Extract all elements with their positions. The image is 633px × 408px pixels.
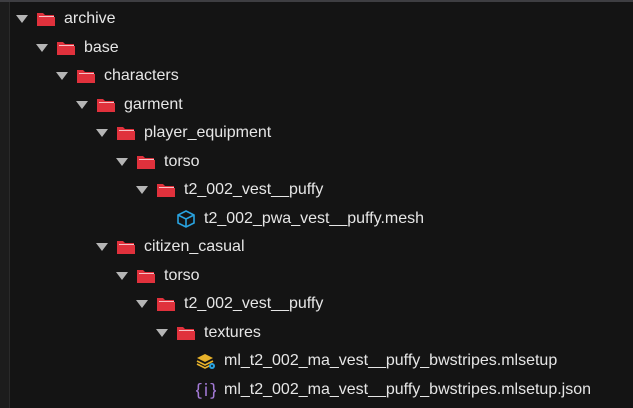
chevron-down-icon[interactable] [116,157,128,166]
tree-item-label: archive [64,10,116,27]
tree-item-label: textures [204,323,261,341]
chevron-down-icon[interactable] [136,186,148,194]
tree-item[interactable]: torso [0,262,633,290]
folder-icon [136,267,156,285]
folder-icon [136,153,156,171]
folder-icon [116,238,136,256]
folder-icon [176,324,196,342]
folder-icon [76,67,96,85]
tree-item[interactable]: citizen_casual [0,233,633,261]
tree-item-label: torso [164,152,200,170]
tree-item[interactable]: t2_002_vest__puffy [0,176,633,204]
chevron-down-icon[interactable] [56,72,68,80]
tree-item[interactable]: player_equipment [0,119,633,147]
mlsetup-layers-icon [196,352,216,370]
chevron-down-icon[interactable] [116,271,128,280]
chevron-down-icon[interactable] [96,243,108,251]
folder-icon [116,124,136,142]
chevron-down-icon[interactable] [96,129,108,137]
tree-item-label: garment [124,95,183,113]
tree-item-label: torso [164,266,200,284]
tree-item-label: ml_t2_002_ma_vest__puffy_bwstripes.mlset… [224,380,592,398]
top-border [0,0,633,2]
tree-item-label: t2_002_vest__puffy [184,181,324,198]
tree-item-label: citizen_casual [144,238,245,255]
folder-icon [96,96,116,114]
tree-item[interactable]: base [0,34,633,62]
tree-item-label: ml_t2_002_ma_vest__puffy_bwstripes.mlset… [224,352,558,369]
chevron-down-icon[interactable] [156,328,168,337]
folder-icon [156,295,176,313]
tree-item[interactable]: archive [0,5,633,33]
folder-icon [56,39,76,57]
chevron-down-icon[interactable] [76,100,88,109]
tree-item[interactable]: t2_002_vest__puffy [0,290,633,318]
tree-item-label: characters [104,67,179,84]
tree-item[interactable]: torso [0,148,633,176]
tree-item[interactable]: characters [0,62,633,90]
tree-item-label: player_equipment [144,124,272,141]
folder-icon [156,181,176,199]
chevron-down-icon[interactable] [16,15,28,23]
tree-item-label: t2_002_vest__puffy [184,295,324,312]
tree-item[interactable]: t2_002_pwa_vest__puffy.mesh [0,205,633,233]
json-braces-icon: {i} [193,381,219,401]
tree-item[interactable]: ml_t2_002_ma_vest__puffy_bwstripes.mlset… [0,347,633,375]
chevron-down-icon[interactable] [136,300,148,308]
mesh-cube-icon [176,209,196,228]
tree-item[interactable]: garment [0,91,633,119]
folder-icon [36,10,56,28]
chevron-down-icon[interactable] [36,43,48,52]
svg-text:{i}: {i} [196,381,216,399]
tree-item-label: t2_002_pwa_vest__puffy.mesh [204,209,425,227]
tree-item[interactable]: textures [0,319,633,347]
tree-item-label: base [84,38,119,56]
tree-item[interactable]: {i} ml_t2_002_ma_vest__puffy_bwstripes.ml… [0,376,633,404]
